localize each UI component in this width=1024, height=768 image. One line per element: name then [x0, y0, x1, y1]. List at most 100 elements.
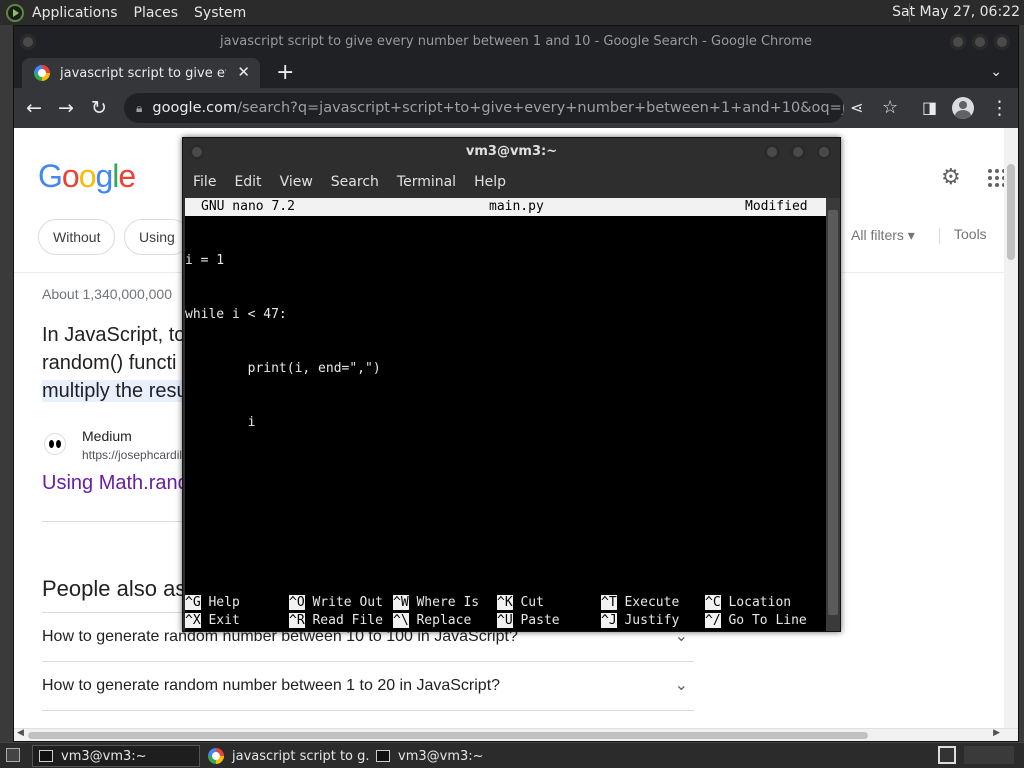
terminal-screen[interactable]: GNU nano 7.2 main.py Modified i = 1 whil…: [185, 198, 826, 631]
all-filters-button[interactable]: All filters ▾: [851, 227, 915, 244]
filter-chip-using[interactable]: Using: [124, 219, 190, 255]
tab-google-search[interactable]: javascript script to give every n ✕: [22, 58, 260, 88]
shortcut-exit: ^X Exit: [185, 613, 240, 628]
code-line: i: [185, 415, 256, 430]
snippet-line-highlight: multiply the resu: [42, 380, 188, 402]
caret-down-icon: ▾: [907, 227, 915, 243]
minimize-button[interactable]: [764, 144, 780, 160]
paa-question[interactable]: How to generate random number between 1 …: [42, 661, 694, 710]
filters-divider: [939, 228, 940, 244]
workspace-switcher[interactable]: [964, 746, 1014, 764]
code-line: print(i, end=","): [185, 361, 381, 376]
tab-title: javascript script to give every n: [60, 65, 226, 81]
shortcut-execute: ^T Execute: [601, 595, 680, 610]
chrome-icon: [208, 748, 224, 764]
maximize-button[interactable]: [790, 144, 806, 160]
paa-question-cutoff[interactable]: [42, 710, 694, 728]
scrollbar-thumb[interactable]: [828, 210, 838, 615]
shortcut-replace: ^\ Replace: [393, 613, 472, 628]
source-name[interactable]: Medium: [82, 428, 132, 444]
taskbar-item-label: javascript script to g...: [232, 748, 370, 764]
new-tab-button[interactable]: +: [276, 60, 294, 85]
taskbar-item-terminal[interactable]: vm3@vm3:~: [32, 745, 200, 767]
close-button[interactable]: [816, 144, 832, 160]
address-bar[interactable]: 🔒︎ google.com/search?q=javascript+script+…: [124, 93, 844, 123]
back-arrow-icon[interactable]: ←: [26, 97, 42, 119]
tools-button[interactable]: Tools: [954, 226, 987, 242]
all-filters-label: All filters: [851, 227, 904, 243]
menu-view[interactable]: View: [280, 174, 313, 190]
terminal-menubar: File Edit View Search Terminal Help: [183, 166, 840, 198]
bookmark-star-icon[interactable]: ☆: [882, 97, 898, 119]
terminal-title: vm3@vm3:~: [465, 144, 558, 159]
taskbar-item-terminal[interactable]: vm3@vm3:~: [370, 745, 538, 767]
lock-icon[interactable]: 🔒︎: [136, 101, 142, 115]
menu-search[interactable]: Search: [331, 174, 379, 190]
show-desktop-icon[interactable]: [6, 748, 20, 762]
shortcut-paste: ^U Paste: [497, 613, 560, 628]
window-menu-button[interactable]: [20, 34, 36, 50]
scroll-left-arrow-icon[interactable]: ◀: [17, 728, 24, 738]
shortcut-location: ^C Location: [705, 595, 792, 610]
filter-chip-without[interactable]: Without: [38, 219, 116, 255]
shortcut-help: ^G Help: [185, 595, 240, 610]
maximize-button[interactable]: [972, 34, 988, 50]
url-path: /search?q=javascript+script+to+give+ever…: [237, 100, 844, 116]
menu-help[interactable]: Help: [474, 174, 506, 190]
scrollbar-thumb[interactable]: [1007, 164, 1015, 260]
browser-toolbar: ← → ↻ 🔒︎ google.com/search?q=javascript+s…: [14, 88, 1018, 128]
workspace-switcher-icon[interactable]: [938, 746, 956, 764]
taskbar-item-label: vm3@vm3:~: [398, 748, 484, 764]
bottom-taskbar: vm3@vm3:~ javascript script to g... vm3@…: [0, 742, 1024, 768]
window-menu-button[interactable]: [189, 144, 205, 160]
taskbar-item-chrome[interactable]: javascript script to g...: [202, 745, 370, 767]
chevron-down-icon[interactable]: ⌄: [675, 662, 688, 710]
reload-icon[interactable]: ↻: [91, 97, 107, 119]
page-horizontal-scrollbar[interactable]: ◀ ▶: [14, 728, 1018, 741]
chrome-titlebar[interactable]: javascript script to give every number b…: [14, 26, 1018, 58]
shortcut-where-is: ^W Where Is: [393, 595, 480, 610]
settings-gear-icon[interactable]: ⚙: [941, 165, 961, 190]
terminal-window: vm3@vm3:~ File Edit View Search Terminal…: [182, 137, 841, 632]
scrollbar-thumb[interactable]: [28, 732, 868, 739]
tab-search-chevron-icon[interactable]: ⌄: [990, 64, 1002, 80]
result-title-link[interactable]: Using Math.rand: [42, 472, 189, 495]
shortcut-justify: ^J Justify: [601, 613, 680, 628]
applications-menu[interactable]: Applications: [32, 5, 118, 21]
system-menu[interactable]: System: [194, 5, 246, 21]
tab-close-icon[interactable]: ✕: [237, 63, 250, 81]
people-also-ask-heading: People also as: [42, 576, 187, 601]
panel-clock[interactable]: Sat May 27, 06:22: [892, 4, 1020, 20]
top-panel: Applications Places System Sat May 27, 0…: [0, 0, 1024, 25]
nano-version: GNU nano 7.2: [201, 199, 295, 214]
menu-terminal[interactable]: Terminal: [397, 174, 456, 190]
terminal-titlebar[interactable]: vm3@vm3:~: [183, 138, 840, 166]
medium-favicon-icon[interactable]: [44, 433, 66, 455]
minimize-button[interactable]: [950, 34, 966, 50]
terminal-icon: [39, 750, 53, 762]
menu-file[interactable]: File: [193, 174, 216, 190]
close-button[interactable]: [994, 34, 1010, 50]
nano-buffer[interactable]: i = 1 while i < 47: print(i, end=",") i: [185, 216, 381, 468]
distro-logo-icon[interactable]: [6, 3, 24, 22]
terminal-scrollbar[interactable]: [826, 198, 840, 631]
shortcut-cut: ^K Cut: [497, 595, 544, 610]
scroll-right-arrow-icon[interactable]: ▶: [993, 728, 1000, 738]
menu-edit[interactable]: Edit: [234, 174, 261, 190]
side-panel-icon[interactable]: ◨: [922, 97, 937, 119]
profile-avatar-icon[interactable]: [952, 97, 974, 119]
source-url[interactable]: https://josephcardil: [82, 448, 182, 462]
shortcut-go-to-line: ^/ Go To Line: [705, 613, 807, 628]
google-favicon-icon: [34, 65, 50, 81]
nano-filename: main.py: [489, 199, 544, 214]
result-stats: About 1,340,000,000: [42, 286, 173, 302]
page-vertical-scrollbar[interactable]: [1004, 128, 1018, 728]
chrome-menu-icon[interactable]: ⋮: [990, 97, 1009, 119]
code-line: i = 1: [185, 253, 225, 268]
google-logo[interactable]: Google: [38, 158, 136, 195]
terminal-icon: [376, 750, 390, 762]
code-line: while i < 47:: [185, 307, 287, 322]
places-menu[interactable]: Places: [134, 5, 179, 21]
share-icon[interactable]: ⋖: [850, 97, 863, 119]
forward-arrow-icon[interactable]: →: [58, 97, 74, 119]
